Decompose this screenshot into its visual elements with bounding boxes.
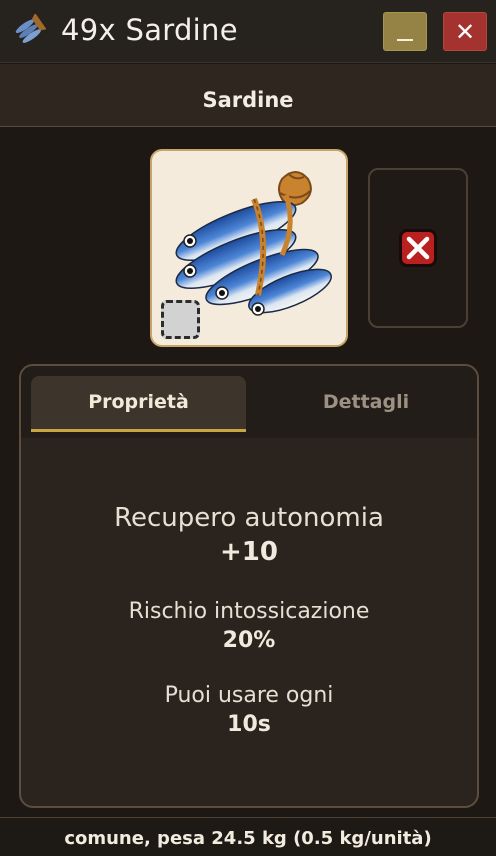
stat-puoi-usare-ogni: Puoi usare ogni 10s xyxy=(21,683,477,737)
tab-proprieta[interactable]: Proprietà xyxy=(31,376,246,432)
stat-label: Rischio intossicazione xyxy=(128,599,370,624)
stat-value: 20% xyxy=(222,628,276,653)
stat-rischio-intossicazione: Rischio intossicazione 20% xyxy=(21,599,477,653)
item-name-header: Sardine xyxy=(0,64,496,127)
stat-label: Recupero autonomia xyxy=(114,503,384,533)
empty-slot-indicator xyxy=(161,300,200,339)
sardine-bundle-icon xyxy=(15,14,46,43)
stat-value: 10s xyxy=(227,712,271,737)
remove-button[interactable] xyxy=(399,229,437,267)
minimize-icon xyxy=(397,39,413,41)
stat-label: Puoi usare ogni xyxy=(164,683,334,708)
properties-panel: Proprietà Dettagli Recupero autonomia +1… xyxy=(19,364,479,808)
side-slot xyxy=(368,168,468,328)
close-button[interactable]: ✕ xyxy=(443,12,487,51)
item-image-tile[interactable] xyxy=(150,149,348,347)
close-x-icon xyxy=(406,236,430,260)
stat-value: +10 xyxy=(220,537,278,567)
minimize-button[interactable] xyxy=(383,12,427,51)
stat-recupero-autonomia: Recupero autonomia +10 xyxy=(21,503,477,567)
tab-dettagli[interactable]: Dettagli xyxy=(261,376,471,432)
window-titlebar: 49x Sardine ✕ xyxy=(0,0,496,63)
item-footer: comune, pesa 24.5 kg (0.5 kg/unità) xyxy=(0,817,496,856)
tab-bar: Proprietà Dettagli xyxy=(21,366,477,438)
window-title: 49x Sardine xyxy=(61,13,238,47)
